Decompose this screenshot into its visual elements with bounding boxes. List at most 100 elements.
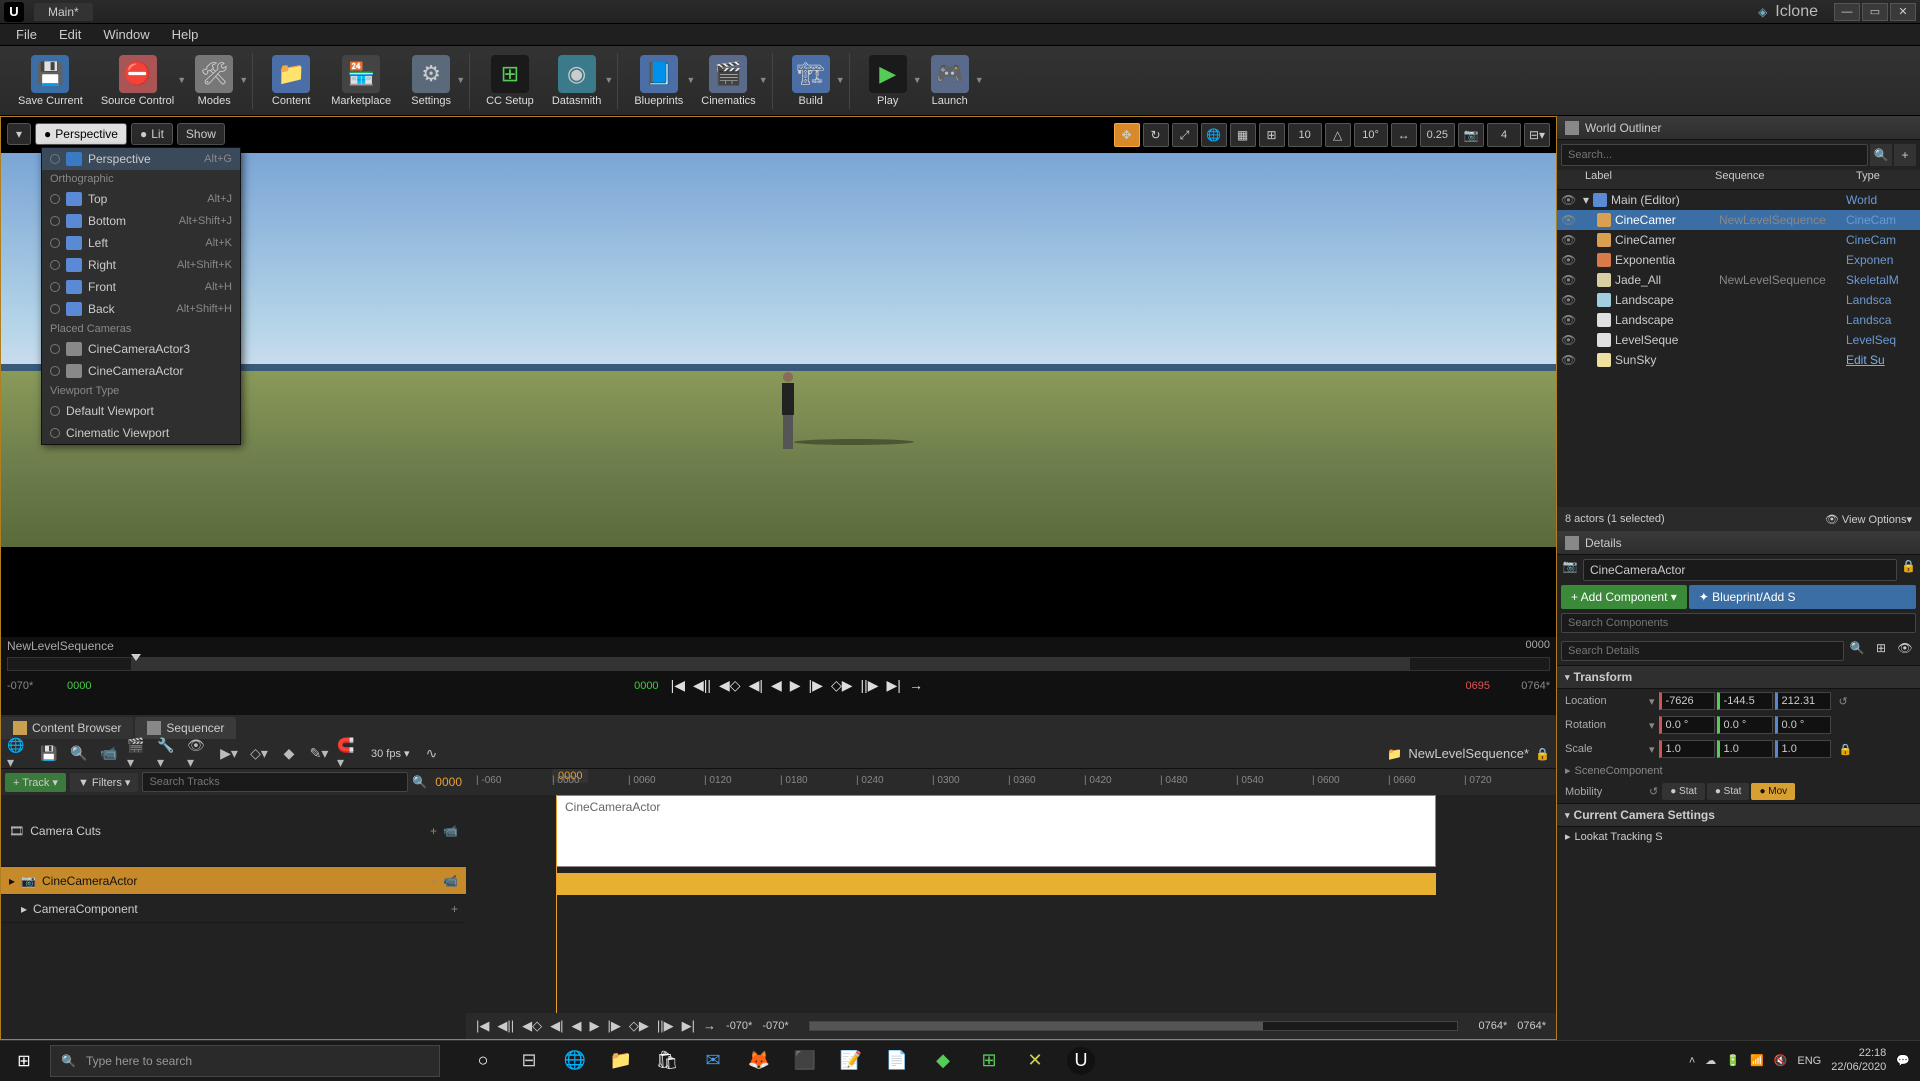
add-button[interactable]: +	[430, 824, 437, 838]
outliner-row[interactable]: 👁CineCamerCineCam	[1557, 230, 1920, 250]
menu-viewport-type[interactable]: Default Viewport	[42, 400, 240, 422]
track-cine-camera-actor[interactable]: ▸📷 CineCameraActor +📹	[1, 867, 466, 895]
titlebar-tab[interactable]: Main*	[34, 3, 93, 21]
settings-button[interactable]: ⚙Settings▼	[401, 53, 461, 109]
cortana-icon[interactable]: ○	[460, 1041, 506, 1081]
visibility-icon[interactable]: 👁	[1561, 233, 1575, 247]
viewport[interactable]: ▾ ● Perspective ● Lit Show Perspective A…	[1, 117, 1556, 637]
rotation-y-input[interactable]	[1717, 716, 1773, 734]
eye-icon[interactable]: 👁	[1894, 641, 1916, 661]
add-component-button[interactable]: + Add Component ▾	[1561, 585, 1687, 609]
app-icon[interactable]: 📄	[874, 1041, 920, 1081]
scale-gizmo-icon[interactable]: ⤢	[1172, 123, 1198, 147]
mail-icon[interactable]: ✉	[690, 1041, 736, 1081]
view-options-button[interactable]: 👁 View Options▾	[1825, 513, 1912, 526]
menu-help[interactable]: Help	[162, 25, 209, 44]
translate-gizmo-icon[interactable]: ✥	[1114, 123, 1140, 147]
eye-icon[interactable]: 👁▾	[187, 743, 211, 765]
outliner-row[interactable]: 👁▾Main (Editor)World	[1557, 190, 1920, 210]
visibility-icon[interactable]: 👁	[1561, 213, 1575, 227]
app-icon[interactable]: ◆	[920, 1041, 966, 1081]
outliner-row[interactable]: 👁Jade_AllNewLevelSequenceSkeletalM	[1557, 270, 1920, 290]
tray-chevron-icon[interactable]: ˄	[1689, 1055, 1695, 1067]
reset-icon[interactable]: ↺	[1649, 785, 1658, 798]
step-fwd-key-button[interactable]: ||▶	[860, 677, 878, 694]
curve-editor-icon[interactable]: ∿	[420, 743, 444, 765]
rotation-z-input[interactable]	[1775, 716, 1831, 734]
menu-edit[interactable]: Edit	[49, 25, 91, 44]
cine-button[interactable]: 🎬Cinematics▼	[693, 53, 763, 109]
viewport-layout-icon[interactable]: ⊟▾	[1524, 123, 1550, 147]
play-button[interactable]: ▶	[790, 677, 801, 694]
to-start-button[interactable]: |◀	[476, 1018, 489, 1034]
loop-button[interactable]: →	[909, 677, 923, 694]
location-x-input[interactable]	[1659, 692, 1715, 710]
track-camera-cuts[interactable]: 🎞 Camera Cuts +📹	[1, 795, 466, 867]
visibility-icon[interactable]: 👁	[1561, 293, 1575, 307]
outliner-row[interactable]: 👁LevelSequeLevelSeq	[1557, 330, 1920, 350]
lock-icon[interactable]: 🔒	[1901, 559, 1916, 581]
app-icon[interactable]: ✕	[1012, 1041, 1058, 1081]
current-frame[interactable]: 0000	[435, 775, 462, 789]
minimize-button[interactable]: —	[1834, 3, 1860, 21]
autokey-icon[interactable]: ◆	[277, 743, 301, 765]
show-dropdown[interactable]: Show	[177, 123, 225, 145]
explorer-icon[interactable]: 📁	[598, 1041, 644, 1081]
menu-window[interactable]: Window	[93, 25, 159, 44]
clock[interactable]: 22:18 22/06/2020	[1831, 1047, 1886, 1073]
search-details-input[interactable]	[1561, 641, 1844, 661]
matrix-icon[interactable]: ⊞	[1870, 641, 1892, 661]
menu-left[interactable]: LeftAlt+K	[42, 232, 240, 254]
viewport-options-dropdown[interactable]: ▾	[7, 123, 31, 145]
save-icon[interactable]: 💾	[37, 743, 61, 765]
visibility-icon[interactable]: 👁	[1561, 353, 1575, 367]
rotation-x-input[interactable]	[1659, 716, 1715, 734]
visibility-icon[interactable]: 👁	[1561, 273, 1575, 287]
modes-button[interactable]: 🛠Modes▼	[184, 53, 244, 109]
grid-snap-icon[interactable]: ⊞	[1259, 123, 1285, 147]
datasmith-button[interactable]: ◉Datasmith▼	[544, 53, 610, 109]
menu-right[interactable]: RightAlt+Shift+K	[42, 254, 240, 276]
cinematic-scrub[interactable]	[7, 657, 1550, 671]
add-track-button[interactable]: + Track ▾	[5, 773, 66, 792]
next-key-button[interactable]: ◇▶	[831, 677, 853, 694]
play-icon[interactable]: ▶▾	[217, 743, 241, 765]
mobility-option[interactable]: ● Stat	[1707, 783, 1750, 800]
outliner-row[interactable]: 👁CineCamerNewLevelSequenceCineCam	[1557, 210, 1920, 230]
camera-settings-section[interactable]: Current Camera Settings	[1557, 803, 1920, 827]
play-reverse-button[interactable]: ◀	[771, 677, 782, 694]
search-tracks-input[interactable]	[142, 772, 408, 792]
scale-snap-value[interactable]: 0.25	[1420, 123, 1455, 147]
snap-icon[interactable]: 🧲▾	[337, 743, 361, 765]
visibility-icon[interactable]: 👁	[1561, 193, 1575, 207]
surface-snap-icon[interactable]: ▦	[1230, 123, 1256, 147]
lock-scale-icon[interactable]: 🔒	[1839, 743, 1853, 756]
world-icon[interactable]: 🌐▾	[7, 743, 31, 765]
location-z-input[interactable]	[1775, 692, 1831, 710]
menu-perspective[interactable]: Perspective Alt+G	[42, 148, 240, 170]
taskbar-search[interactable]: 🔍 Type here to search	[50, 1045, 440, 1077]
language-indicator[interactable]: ENG	[1797, 1055, 1821, 1067]
visibility-icon[interactable]: 👁	[1561, 333, 1575, 347]
search-icon[interactable]: 🔍	[1846, 641, 1868, 661]
outliner-row[interactable]: 👁ExponentiaExponen	[1557, 250, 1920, 270]
render-icon[interactable]: 🎬▾	[127, 743, 151, 765]
scale-x-input[interactable]	[1659, 740, 1715, 758]
search-icon[interactable]: 🔍	[412, 775, 427, 789]
scale-snap-icon[interactable]: ↔	[1391, 123, 1417, 147]
to-start-button[interactable]: |◀	[671, 677, 685, 694]
menu-placed-camera[interactable]: CineCameraActor	[42, 360, 240, 382]
rotate-gizmo-icon[interactable]: ↻	[1143, 123, 1169, 147]
to-end-button[interactable]: ▶|	[887, 677, 901, 694]
step-fwd-button[interactable]: |▶	[809, 677, 823, 694]
outliner-search-input[interactable]	[1561, 144, 1868, 166]
maximize-button[interactable]: ▭	[1862, 3, 1888, 21]
battery-icon[interactable]: 🔋	[1726, 1054, 1740, 1067]
add-button[interactable]: +	[430, 874, 437, 888]
sequencer-timeline[interactable]: 0000 | -060| 0000| 0060| 0120| 0180| 024…	[466, 769, 1556, 1039]
character-actor[interactable]	[779, 372, 797, 452]
app-icon[interactable]: ⬛	[782, 1041, 828, 1081]
find-icon[interactable]: 🔍	[67, 743, 91, 765]
start-button[interactable]: ⊞	[0, 1041, 48, 1081]
visibility-icon[interactable]: 👁	[1561, 253, 1575, 267]
